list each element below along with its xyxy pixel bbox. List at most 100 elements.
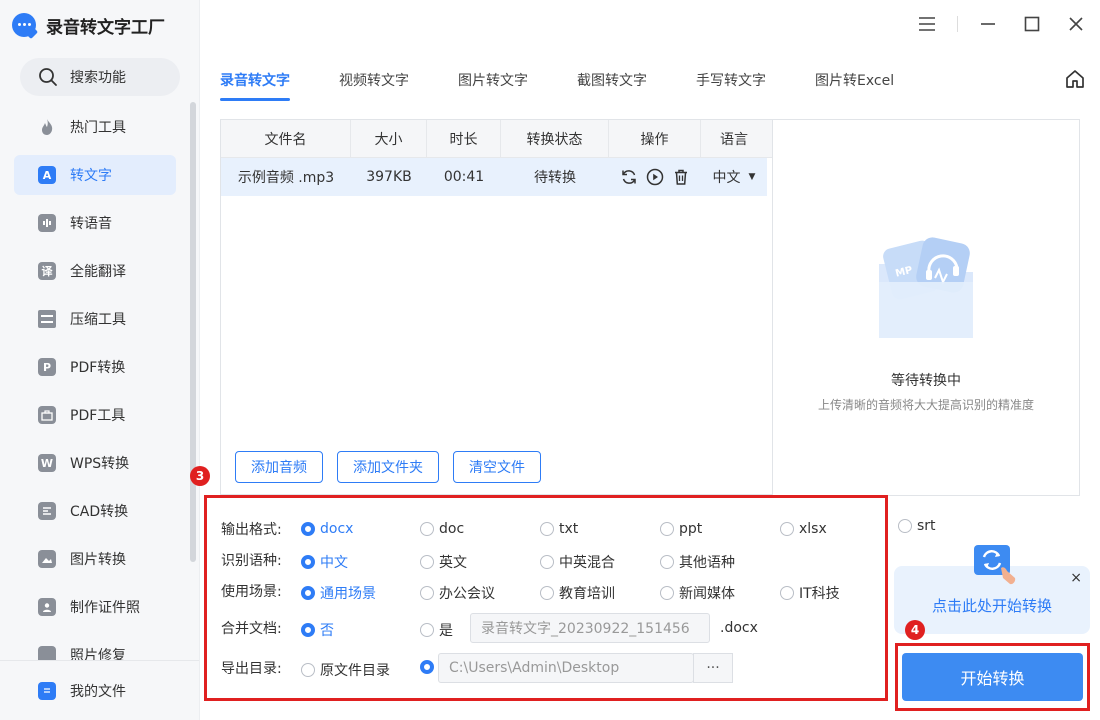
sidebar-item-wps-convert[interactable]: W WPS转换 <box>14 443 176 483</box>
tab-audio-to-text[interactable]: 录音转文字 <box>220 62 339 101</box>
sidebar-item-pdf-convert[interactable]: P PDF转换 <box>14 347 176 387</box>
wps-icon: W <box>38 454 56 472</box>
sidebar-scrollbar[interactable] <box>190 102 196 562</box>
language-value: 中文 <box>712 170 741 186</box>
radio-scene-meeting[interactable]: 办公会议 <box>420 583 495 603</box>
sidebar-item-id-photo[interactable]: 制作证件照 <box>14 587 176 627</box>
clear-files-button[interactable]: 清空文件 <box>453 451 541 483</box>
search-icon <box>39 68 57 86</box>
radio-format-srt[interactable]: srt <box>898 518 936 534</box>
convert-status: 待转换 <box>534 170 576 186</box>
language-label: 识别语种: <box>221 553 282 569</box>
minimize-icon <box>981 23 995 25</box>
radio-scene-it[interactable]: IT科技 <box>780 583 840 603</box>
audio-folder-illustration: MP <box>879 237 973 338</box>
tooltip-close-icon[interactable]: × <box>1070 570 1082 586</box>
add-audio-button[interactable]: 添加音频 <box>235 451 323 483</box>
radio-format-xlsx[interactable]: xlsx <box>780 521 827 537</box>
minimize-button[interactable] <box>974 10 1002 38</box>
sidebar-item-label: 转语音 <box>70 216 112 232</box>
menu-icon <box>919 17 935 31</box>
voice-icon <box>38 214 56 232</box>
scene-label: 使用场景: <box>221 584 282 600</box>
radio-format-txt[interactable]: txt <box>540 521 578 537</box>
active-tab-indicator <box>220 98 290 101</box>
text-a-icon: A <box>38 166 56 184</box>
app-title: 录音转文字工厂 <box>46 17 165 38</box>
radio-export-source-dir[interactable]: 原文件目录 <box>301 660 390 680</box>
sidebar-item-label: 全能翻译 <box>70 264 126 280</box>
add-folder-button[interactable]: 添加文件夹 <box>337 451 439 483</box>
column-header: 操作 <box>609 120 701 157</box>
step-badge: 4 <box>905 620 925 640</box>
radio-lang-mixed[interactable]: 中英混合 <box>540 552 615 572</box>
export-path-input[interactable]: C:\Users\Admin\Desktop <box>438 653 694 683</box>
sidebar-item-to-text[interactable]: A 转文字 <box>14 155 176 195</box>
app-window: 录音转文字工厂 搜索功能 热门工具 A 转文字 转语音 译 全能翻译 压缩工具 … <box>0 0 1100 720</box>
file-name: 示例音频 .mp3 <box>237 170 335 186</box>
radio-format-docx[interactable]: docx <box>301 521 353 537</box>
tab-video-to-text[interactable]: 视频转文字 <box>339 62 458 100</box>
sidebar-item-hot-tools[interactable]: 热门工具 <box>14 107 176 147</box>
radio-export-custom-dir[interactable] <box>420 660 434 674</box>
sidebar-item-label: PDF工具 <box>70 408 126 424</box>
waiting-title: 等待转换中 <box>891 373 961 389</box>
radio-lang-other[interactable]: 其他语种 <box>660 552 735 572</box>
start-convert-button[interactable]: 开始转换 <box>902 653 1083 701</box>
caret-down-icon: ▼ <box>748 172 756 182</box>
tab-image-to-excel[interactable]: 图片转Excel <box>815 62 934 100</box>
sidebar-item-translate[interactable]: 译 全能翻译 <box>14 251 176 291</box>
close-icon <box>1069 17 1083 31</box>
sidebar-item-compress[interactable]: 压缩工具 <box>14 299 176 339</box>
play-icon[interactable] <box>646 168 664 186</box>
close-button[interactable] <box>1062 10 1090 38</box>
tab-screenshot-to-text[interactable]: 截图转文字 <box>577 62 696 100</box>
radio-scene-media[interactable]: 新闻媒体 <box>660 583 735 603</box>
sidebar-item-cad-convert[interactable]: CAD转换 <box>14 491 176 531</box>
radio-scene-education[interactable]: 教育培训 <box>540 583 615 603</box>
flame-icon <box>38 118 56 136</box>
radio-merge-yes[interactable]: 是 <box>420 620 453 640</box>
cad-icon <box>38 502 56 520</box>
format-label: 输出格式: <box>221 522 282 538</box>
radio-lang-chinese[interactable]: 中文 <box>301 552 348 572</box>
refresh-icon[interactable] <box>620 168 638 186</box>
tab-label: 视频转文字 <box>339 73 409 89</box>
my-files-button[interactable]: 我的文件 <box>0 660 199 720</box>
sidebar-item-pdf-tools[interactable]: PDF工具 <box>14 395 176 435</box>
sidebar-item-label: 制作证件照 <box>70 600 140 616</box>
maximize-button[interactable] <box>1018 10 1046 38</box>
translate-icon: 译 <box>38 262 56 280</box>
search-label: 搜索功能 <box>70 70 126 86</box>
tab-handwriting-to-text[interactable]: 手写转文字 <box>696 62 815 100</box>
brand: 录音转文字工厂 <box>12 10 165 40</box>
browse-folder-button[interactable]: ··· <box>693 653 733 683</box>
column-header: 语言 <box>720 131 748 148</box>
radio-format-ppt[interactable]: ppt <box>660 521 702 537</box>
home-icon[interactable] <box>1064 68 1086 90</box>
id-photo-icon <box>38 598 56 616</box>
tab-label: 手写转文字 <box>696 73 766 89</box>
delete-icon[interactable] <box>672 168 690 186</box>
radio-scene-general[interactable]: 通用场景 <box>301 583 376 603</box>
file-list-panel: 文件名 大小 时长 转换状态 操作 语言 示例音频 .mp3 397KB 00:… <box>220 119 772 495</box>
convert-hand-icon <box>974 545 1016 585</box>
radio-lang-english[interactable]: 英文 <box>420 552 467 572</box>
radio-format-doc[interactable]: doc <box>420 521 464 537</box>
column-header: 转换状态 <box>501 120 609 157</box>
tab-label: 图片转Excel <box>815 73 895 89</box>
tab-image-to-text[interactable]: 图片转文字 <box>458 62 577 100</box>
sidebar-item-image-convert[interactable]: 图片转换 <box>14 539 176 579</box>
merge-label: 合并文档: <box>221 621 282 637</box>
language-select[interactable]: 中文 ▼ <box>701 158 767 196</box>
menu-button[interactable] <box>913 10 941 38</box>
column-header: 大小 <box>351 120 427 157</box>
search-button[interactable]: 搜索功能 <box>20 58 180 96</box>
waiting-subtitle: 上传清晰的音频将大大提高识别的精准度 <box>817 398 1034 412</box>
merge-extension: .docx <box>720 620 758 636</box>
radio-merge-no[interactable]: 否 <box>301 620 334 640</box>
sidebar-item-to-voice[interactable]: 转语音 <box>14 203 176 243</box>
start-button-highlight: 开始转换 <box>895 643 1090 711</box>
table-row[interactable]: 示例音频 .mp3 397KB 00:41 待转换 中文 ▼ <box>221 158 767 196</box>
merge-filename-input[interactable]: 录音转文字_20230922_151456 <box>470 613 710 643</box>
